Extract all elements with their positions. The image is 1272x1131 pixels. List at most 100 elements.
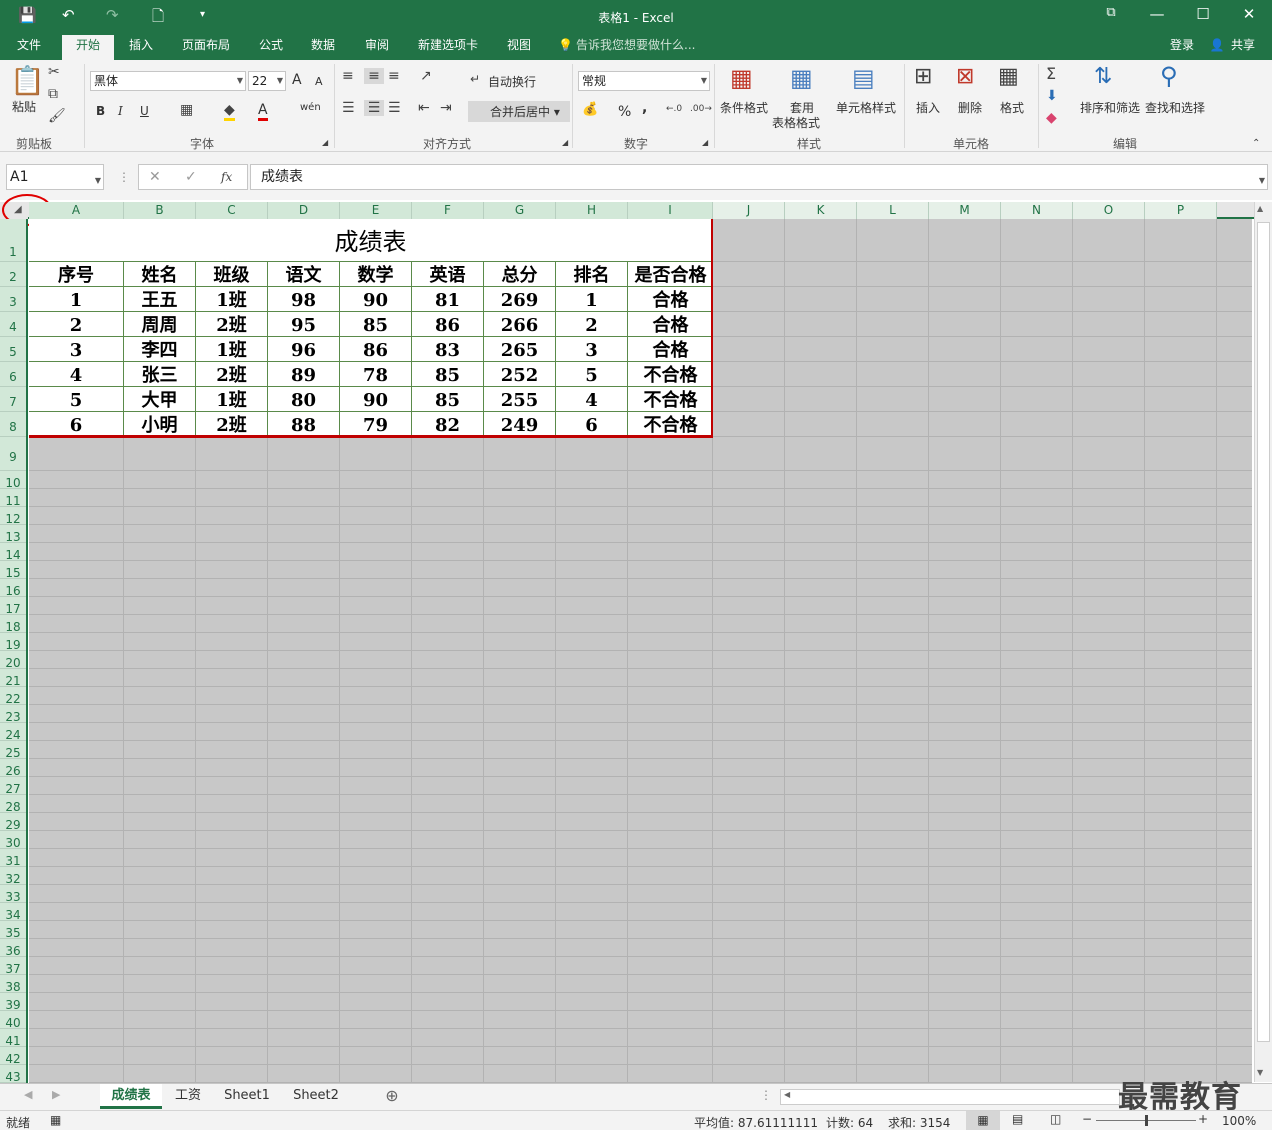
next-sheet-icon[interactable]: ▶ [52, 1088, 60, 1101]
row-header[interactable]: 34 [0, 903, 26, 922]
cancel-icon[interactable]: ✕ [149, 168, 161, 186]
clear-icon[interactable]: ◆ [1046, 110, 1057, 126]
row-header[interactable]: 3 [0, 287, 26, 312]
insert-function-icon[interactable]: fx [221, 168, 232, 186]
table-header-cell[interactable]: 排名 [556, 262, 628, 287]
italic-button[interactable]: I [118, 104, 123, 118]
align-right-icon[interactable]: ☰ [388, 100, 401, 116]
row-header[interactable]: 21 [0, 669, 26, 688]
table-cell[interactable]: 小明 [124, 412, 196, 437]
column-header[interactable]: A [29, 202, 124, 219]
table-header-cell[interactable]: 数学 [340, 262, 412, 287]
comma-button[interactable]: , [642, 100, 647, 116]
increase-decimal-icon[interactable]: ←.0 [666, 104, 682, 114]
table-header-cell[interactable]: 序号 [29, 262, 124, 287]
prev-sheet-icon[interactable]: ◀ [24, 1088, 32, 1101]
number-format-combo[interactable]: 常规 ▼ [578, 71, 710, 91]
table-header-cell[interactable]: 班级 [196, 262, 268, 287]
paste-label[interactable]: 粘贴 [12, 98, 36, 115]
copy-icon[interactable]: ⧉ [48, 86, 58, 102]
zoom-in-button[interactable]: + [1198, 1112, 1208, 1126]
table-cell[interactable]: 98 [268, 287, 340, 312]
row-header[interactable]: 35 [0, 921, 26, 940]
column-header[interactable]: O [1073, 202, 1145, 219]
column-header[interactable]: D [268, 202, 340, 219]
decrease-decimal-icon[interactable]: .00→ [690, 104, 712, 114]
scroll-left-icon[interactable]: ◀ [784, 1090, 790, 1099]
normal-view-icon[interactable]: ▦ [966, 1111, 1000, 1130]
page-layout-view-icon[interactable]: ▤ [1012, 1112, 1023, 1126]
table-cell[interactable]: 1班 [196, 387, 268, 412]
number-launcher-icon[interactable]: ◢ [702, 138, 708, 147]
column-header[interactable]: E [340, 202, 412, 219]
grow-font-button[interactable]: A [292, 72, 302, 88]
ribbon-display-icon[interactable]: ⧉ [1096, 5, 1126, 20]
table-cell[interactable]: 85 [412, 362, 484, 387]
column-header[interactable]: M [929, 202, 1001, 219]
table-cell[interactable]: 1班 [196, 287, 268, 312]
fill-color-icon[interactable]: ◆ [224, 102, 235, 121]
sort-filter-button[interactable]: 排序和筛选 [1080, 99, 1140, 116]
sheet-tab-sheet2[interactable]: Sheet2 [284, 1084, 348, 1109]
row-header[interactable]: 41 [0, 1029, 26, 1048]
column-header[interactable]: H [556, 202, 628, 219]
table-cell[interactable]: 张三 [124, 362, 196, 387]
table-header-cell[interactable]: 语文 [268, 262, 340, 287]
table-cell[interactable]: 95 [268, 312, 340, 337]
page-break-view-icon[interactable]: ◫ [1050, 1112, 1061, 1126]
formula-input[interactable]: 成绩表 ▼ [250, 164, 1268, 190]
table-cell[interactable]: 265 [484, 337, 556, 362]
row-header[interactable]: 14 [0, 543, 26, 562]
table-cell[interactable]: 1 [556, 287, 628, 312]
row-header[interactable]: 10 [0, 471, 26, 490]
table-cell[interactable]: 85 [340, 312, 412, 337]
table-cell[interactable]: 88 [268, 412, 340, 437]
row-header[interactable]: 7 [0, 387, 26, 412]
table-cell[interactable]: 合格 [628, 337, 713, 362]
table-cell[interactable]: 不合格 [628, 362, 713, 387]
table-cell[interactable]: 4 [556, 387, 628, 412]
tab-home[interactable]: 开始 [62, 35, 114, 60]
row-header[interactable]: 13 [0, 525, 26, 544]
table-cell[interactable]: 1 [29, 287, 124, 312]
table-cell[interactable]: 5 [556, 362, 628, 387]
percent-button[interactable]: % [618, 104, 631, 120]
orientation-icon[interactable]: ↗ [420, 68, 432, 84]
bold-button[interactable]: B [96, 104, 105, 118]
row-header[interactable]: 29 [0, 813, 26, 832]
tab-formulas[interactable]: 公式 [248, 32, 294, 60]
shrink-font-button[interactable]: A [315, 75, 323, 88]
table-cell[interactable]: 86 [412, 312, 484, 337]
tell-me-input[interactable]: 告诉我您想要做什么... [576, 32, 706, 60]
table-header-cell[interactable]: 姓名 [124, 262, 196, 287]
row-header[interactable]: 22 [0, 687, 26, 706]
table-cell[interactable]: 79 [340, 412, 412, 437]
row-header[interactable]: 15 [0, 561, 26, 580]
cell-styles-button[interactable]: 单元格样式 [836, 99, 896, 116]
row-header[interactable]: 33 [0, 885, 26, 904]
accounting-format-icon[interactable]: 💰 [582, 102, 598, 117]
table-cell[interactable]: 李四 [124, 337, 196, 362]
row-header[interactable]: 9 [0, 437, 26, 471]
close-button[interactable]: ✕ [1234, 5, 1264, 23]
table-cell[interactable]: 255 [484, 387, 556, 412]
table-cell[interactable]: 252 [484, 362, 556, 387]
align-bottom-icon[interactable]: ≡ [388, 68, 400, 84]
table-title-cell[interactable]: 成绩表 [29, 219, 712, 262]
zoom-slider-thumb[interactable] [1145, 1115, 1148, 1126]
row-header[interactable]: 16 [0, 579, 26, 598]
table-format-label-2[interactable]: 表格格式 [772, 114, 820, 131]
table-cell[interactable]: 96 [268, 337, 340, 362]
horizontal-scrollbar[interactable]: ◀ [780, 1089, 1120, 1105]
table-cell[interactable]: 3 [29, 337, 124, 362]
table-header-cell[interactable]: 英语 [412, 262, 484, 287]
column-header[interactable]: G [484, 202, 556, 219]
table-cell[interactable]: 周周 [124, 312, 196, 337]
increase-indent-icon[interactable]: ⇥ [440, 100, 452, 116]
row-header[interactable]: 8 [0, 412, 26, 437]
table-cell[interactable]: 合格 [628, 287, 713, 312]
decrease-indent-icon[interactable]: ⇤ [418, 100, 430, 116]
column-header[interactable]: I [628, 202, 713, 219]
align-center-icon[interactable]: ☰ [364, 100, 384, 116]
table-cell[interactable]: 大甲 [124, 387, 196, 412]
